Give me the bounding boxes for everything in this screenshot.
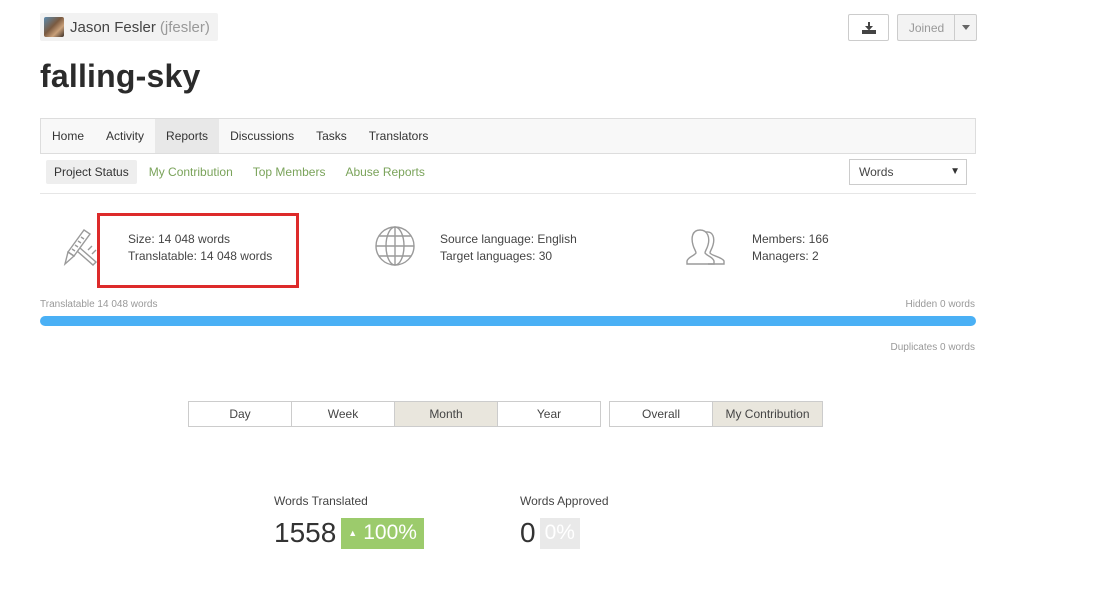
period-year-button[interactable]: Year xyxy=(497,401,601,427)
period-month-button[interactable]: Month xyxy=(394,401,498,427)
hidden-label: Hidden 0 words xyxy=(905,299,975,310)
period-week-button[interactable]: Week xyxy=(291,401,395,427)
subtab-project-status[interactable]: Project Status xyxy=(46,160,137,184)
source-language: Source language: English xyxy=(440,232,577,246)
arrow-up-icon: ▲ xyxy=(348,528,358,538)
main-nav: Home Activity Reports Discussions Tasks … xyxy=(40,118,976,154)
project-title: falling-sky xyxy=(40,58,201,94)
tab-home[interactable]: Home xyxy=(41,119,95,153)
tab-discussions[interactable]: Discussions xyxy=(219,119,305,153)
words-translated-label: Words Translated xyxy=(274,494,368,508)
project-owner[interactable]: Jason Fesler (jfesler) xyxy=(40,13,218,41)
ruler-pencil-icon xyxy=(63,229,98,267)
tab-translators[interactable]: Translators xyxy=(358,119,440,153)
member-stats: Members: 166 Managers: 2 xyxy=(752,231,829,265)
owner-name: Jason Fesler xyxy=(70,18,156,36)
translatable-progress-bar xyxy=(40,316,976,326)
size-stats: Size: 14 048 words Translatable: 14 048 … xyxy=(128,231,272,265)
subtab-abuse-reports[interactable]: Abuse Reports xyxy=(337,160,432,184)
tab-activity[interactable]: Activity xyxy=(95,119,155,153)
reports-sub-nav: Project Status My Contribution Top Membe… xyxy=(46,160,437,184)
download-button[interactable] xyxy=(848,14,889,41)
joined-button[interactable]: Joined xyxy=(897,14,955,41)
duplicates-label: Duplicates 0 words xyxy=(890,342,975,353)
words-approved-metric: 0 0% xyxy=(520,517,580,549)
caret-down-icon xyxy=(961,25,970,30)
words-translated-metric: 1558 ▲ 100% xyxy=(274,517,424,549)
words-translated-value: 1558 xyxy=(274,517,337,548)
select-arrow-icon: ▼ xyxy=(950,166,960,177)
avatar xyxy=(44,17,64,37)
period-day-button[interactable]: Day xyxy=(188,401,292,427)
size-value: Size: 14 048 words xyxy=(128,232,231,246)
language-stats: Source language: English Target language… xyxy=(440,231,577,265)
period-selector: Day Week Month Year xyxy=(188,401,601,427)
units-select-value: Words xyxy=(859,165,894,179)
divider xyxy=(40,193,976,194)
translatable-bar-label: Translatable 14 048 words xyxy=(40,299,158,310)
members-count: Members: 166 xyxy=(752,232,829,246)
units-select[interactable]: Words ▼ xyxy=(849,159,967,185)
scope-my-contribution-button[interactable]: My Contribution xyxy=(712,401,823,427)
words-approved-value: 0 xyxy=(520,517,536,548)
subtab-top-members[interactable]: Top Members xyxy=(245,160,334,184)
target-languages: Target languages: 30 xyxy=(440,249,553,263)
download-icon xyxy=(861,21,876,34)
owner-handle: (jfesler) xyxy=(159,18,210,36)
joined-dropdown-toggle[interactable] xyxy=(954,14,977,41)
members-icon xyxy=(686,229,725,265)
words-translated-change: ▲ 100% xyxy=(341,517,424,549)
translatable-value: Translatable: 14 048 words xyxy=(128,249,273,263)
words-approved-label: Words Approved xyxy=(520,494,609,508)
globe-icon xyxy=(375,226,415,266)
managers-count: Managers: 2 xyxy=(752,249,819,263)
tab-reports[interactable]: Reports xyxy=(155,119,220,153)
scope-selector: Overall My Contribution xyxy=(609,401,823,427)
words-approved-pct: 0% xyxy=(539,517,580,549)
subtab-my-contribution[interactable]: My Contribution xyxy=(141,160,241,184)
words-translated-pct: 100% xyxy=(363,521,417,544)
tab-tasks[interactable]: Tasks xyxy=(305,119,358,153)
scope-overall-button[interactable]: Overall xyxy=(609,401,713,427)
